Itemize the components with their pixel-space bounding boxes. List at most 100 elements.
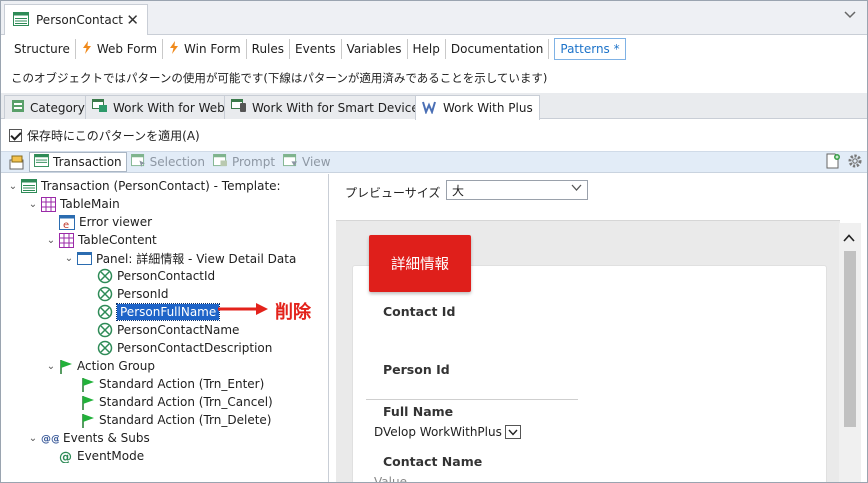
smart-devices-icon	[231, 99, 247, 116]
preview-size-select[interactable]: 大	[446, 180, 588, 200]
tab-transaction[interactable]: Transaction	[29, 152, 127, 172]
workwith-icon	[92, 99, 108, 116]
winform-icon	[168, 41, 180, 57]
tree-node-attribute[interactable]: PersonContactDescription	[97, 339, 272, 357]
selection-icon	[130, 154, 146, 170]
tree-node-attribute-selected[interactable]: PersonFullName	[97, 303, 221, 321]
subtab-rules[interactable]: Rules	[247, 39, 291, 59]
tree-node-events-subs[interactable]: ⌄ @@ Events & Subs	[27, 429, 150, 447]
new-document-icon[interactable]	[825, 153, 841, 172]
scrollbar-thumb[interactable]	[844, 251, 856, 427]
close-icon[interactable]: ✕	[126, 11, 139, 29]
flag-icon	[81, 377, 95, 392]
doc-tab-personcontact[interactable]: PersonContact ✕	[4, 4, 148, 35]
event-icon: @	[59, 449, 73, 463]
pattern-tab-work-with-for-web[interactable]: Work With for Web	[85, 95, 232, 119]
tree-node-eventmode[interactable]: @ EventMode	[59, 447, 144, 465]
attribute-icon	[97, 340, 113, 356]
tab-view[interactable]: View	[279, 152, 334, 172]
pattern-tab-work-with-plus[interactable]: Work With Plus	[415, 95, 540, 120]
tab-prompt[interactable]: Prompt	[209, 152, 279, 172]
preview-pane: プレビューサイズ 大 Contact Id Person Id Full Nam…	[333, 174, 867, 483]
properties-icon[interactable]	[5, 152, 29, 172]
svg-text:@: @	[59, 450, 72, 463]
flag-icon	[59, 359, 73, 374]
section-badge: 詳細情報	[369, 235, 471, 292]
prompt-icon	[213, 154, 228, 170]
document-tab-bar: PersonContact ✕	[1, 1, 867, 35]
subtab-variables[interactable]: Variables	[342, 39, 408, 59]
apply-on-save-label: 保存時にこのパターンを適用(A)	[27, 129, 200, 143]
callout-delete-label: 削除	[275, 302, 311, 323]
table-icon	[41, 196, 56, 212]
subtab-structure[interactable]: Structure	[9, 39, 76, 59]
chevron-down-icon[interactable]	[843, 8, 857, 24]
pattern-tab-work-with-smart-devices[interactable]: Work With for Smart Devices	[224, 95, 432, 119]
gear-icon[interactable]	[847, 153, 863, 172]
detail-card: Contact Id Person Id Full Name Contact N…	[352, 265, 827, 482]
collapse-icon[interactable]: ⌄	[27, 199, 39, 210]
webform-icon	[81, 41, 93, 57]
collapse-icon[interactable]: ⌄	[45, 235, 57, 246]
error-viewer-icon: e	[59, 214, 75, 230]
collapse-icon[interactable]: ⌄	[27, 433, 39, 444]
view-icon	[283, 154, 298, 170]
designer-window: PersonContact ✕ Structure Web Form Win F…	[0, 0, 868, 483]
field-label-contact-id: Contact Id	[383, 304, 456, 319]
subtab-web-form[interactable]: Web Form	[76, 39, 164, 59]
subtab-events[interactable]: Events	[290, 39, 342, 59]
tree-node-tablemain[interactable]: ⌄ TableMain	[27, 195, 120, 213]
callout-arrow-icon	[218, 303, 268, 315]
table-icon	[59, 232, 74, 248]
subtab-patterns[interactable]: Patterns *	[554, 38, 626, 60]
subtab-help[interactable]: Help	[408, 39, 446, 59]
chevron-up-icon[interactable]	[843, 231, 855, 245]
preview-size-label: プレビューサイズ	[345, 186, 441, 200]
tree-node-attribute[interactable]: PersonContactName	[97, 321, 239, 339]
tree-node-action[interactable]: Standard Action (Trn_Enter)	[81, 375, 264, 393]
person-id-select[interactable]: DVelop WorkWithPlus	[374, 425, 521, 439]
tree-node-root[interactable]: ⌄ Transaction (PersonContact) - Template…	[7, 177, 281, 195]
tree-node-panel[interactable]: ⌄ Panel: 詳細情報 - View Detail Data	[63, 249, 296, 267]
field-label-contact-name: Contact Name	[383, 454, 483, 469]
tab-selection[interactable]: Selection	[127, 152, 209, 172]
pattern-tab-category[interactable]: Category	[4, 95, 92, 119]
chevron-down-icon	[504, 425, 521, 439]
tree-node-action[interactable]: Standard Action (Trn_Delete)	[81, 411, 272, 429]
collapse-icon[interactable]: ⌄	[7, 181, 19, 192]
attribute-icon	[97, 304, 113, 320]
svg-text:e: e	[63, 220, 69, 230]
subtab-documentation[interactable]: Documentation	[446, 39, 550, 59]
preview-scrollbar[interactable]	[839, 223, 861, 482]
doc-tab-title: PersonContact	[36, 13, 124, 27]
toolbar-right-actions	[825, 153, 863, 172]
field-label-person-id: Person Id	[383, 362, 450, 377]
attribute-icon	[97, 322, 113, 338]
pattern-instance-tree: ⌄ Transaction (PersonContact) - Template…	[1, 174, 329, 482]
collapse-icon[interactable]: ⌄	[45, 361, 57, 372]
chevron-down-icon	[571, 182, 582, 195]
pattern-tabs: Category Work With for Web Work With for…	[1, 93, 867, 120]
category-icon	[11, 99, 25, 116]
attribute-icon	[97, 268, 113, 284]
preview-canvas: Contact Id Person Id Full Name Contact N…	[336, 220, 840, 483]
apply-on-save-checkbox[interactable]: 保存時にこのパターンを適用(A)	[9, 127, 200, 144]
instance-toolbar: Transaction Selection Prompt View	[1, 151, 867, 173]
attribute-icon	[97, 286, 113, 302]
tree-node-action[interactable]: Standard Action (Trn_Cancel)	[81, 393, 273, 411]
tree-node-tablecontent[interactable]: ⌄ TableContent	[45, 231, 157, 249]
checkbox-checked[interactable]	[9, 129, 22, 142]
object-subtabs: Structure Web Form Win Form Rules Events…	[1, 35, 867, 63]
tree-node-attribute[interactable]: PersonId	[97, 285, 168, 303]
tree-node-action-group[interactable]: ⌄ Action Group	[45, 357, 155, 375]
contact-id-underline	[366, 399, 578, 400]
transaction-icon	[34, 154, 49, 170]
events-icon: @@	[41, 432, 59, 444]
transaction-icon	[13, 11, 29, 29]
tree-node-attribute[interactable]: PersonContactId	[97, 267, 215, 285]
flag-icon	[81, 395, 95, 410]
collapse-icon[interactable]: ⌄	[63, 253, 75, 264]
full-name-value: Value	[374, 475, 407, 483]
subtab-win-form[interactable]: Win Form	[163, 39, 247, 59]
tree-node-error-viewer[interactable]: e Error viewer	[59, 213, 152, 231]
